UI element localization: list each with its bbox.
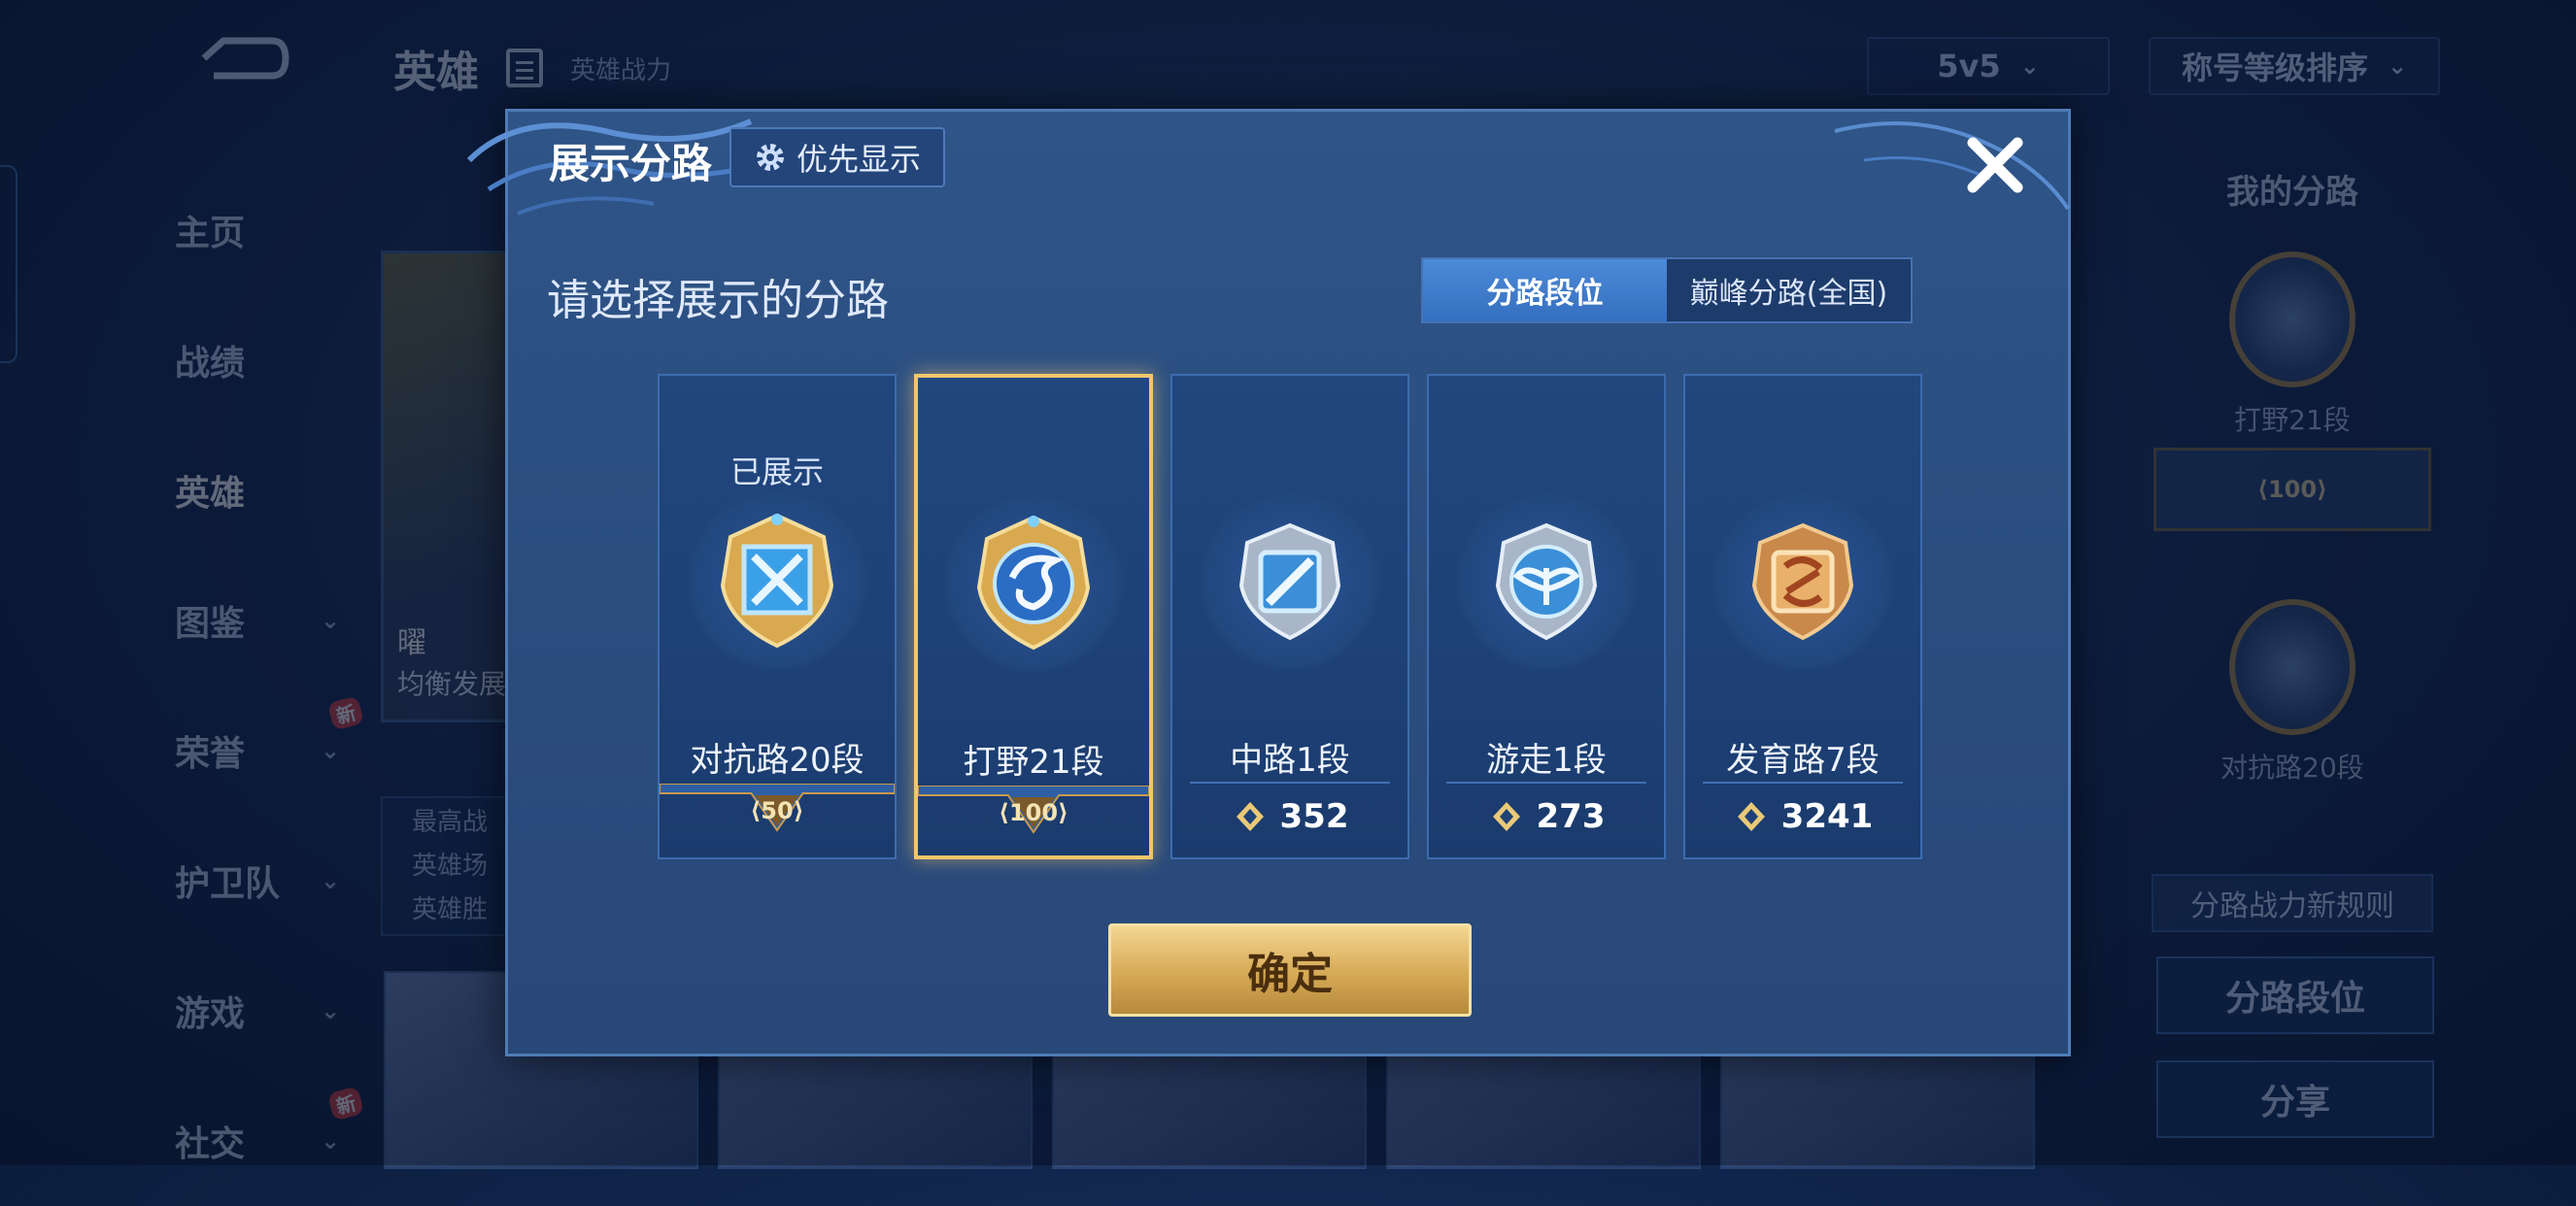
level-badge: ⟨50⟩ <box>750 797 804 824</box>
modal-title: 展示分路 <box>549 140 713 187</box>
close-button[interactable] <box>1961 131 2029 199</box>
lane-score-value: 3241 <box>1780 797 1874 836</box>
clash-lane-emblem-icon <box>720 513 834 649</box>
lane-card-list: 已展示 对抗路20段 ⟨50⟩ 打野21段 ⟨100⟩ 中路1段 352 游走1… <box>658 374 1922 859</box>
close-icon <box>1967 137 2023 193</box>
level-badge: ⟨100⟩ <box>998 799 1069 826</box>
roam-lane-emblem-icon <box>1495 522 1598 641</box>
lane-emblem <box>1454 488 1639 673</box>
lane-card-farm[interactable]: 发育路7段 3241 <box>1683 374 1922 859</box>
lane-emblem <box>1198 488 1382 673</box>
instruction-text: 请选择展示的分路 <box>547 276 889 325</box>
lane-tabs: 分路段位 巅峰分路(全国) <box>1421 257 1913 323</box>
lane-emblem <box>1711 488 1895 673</box>
lane-score: 273 <box>1429 787 1664 846</box>
tab-peak-lane[interactable]: 巅峰分路(全国) <box>1667 259 1911 321</box>
confirm-button[interactable]: 确定 <box>1108 923 1472 1017</box>
mid-lane-emblem-icon <box>1238 522 1341 641</box>
lane-display-modal: 展示分路 优先显示 请选择展示的分路 分路段位 巅峰分路(全国) 已展示 对抗路… <box>466 109 2071 1056</box>
priority-display-button[interactable]: 优先显示 <box>729 127 945 187</box>
lane-score-value: 273 <box>1536 797 1606 836</box>
lane-score-value: 352 <box>1279 797 1349 836</box>
lane-card-clash[interactable]: 已展示 对抗路20段 ⟨50⟩ <box>658 374 897 859</box>
cloud-ornament-icon <box>1834 121 2070 211</box>
lane-card-label: 打野21段 <box>963 743 1104 782</box>
lane-emblem <box>941 490 1126 675</box>
tab-lane-rank[interactable]: 分路段位 <box>1423 259 1667 321</box>
power-icon <box>1737 802 1765 831</box>
farm-lane-emblem-icon <box>1751 522 1854 641</box>
divider <box>1446 782 1646 784</box>
lane-card-label: 中路1段 <box>1230 741 1350 780</box>
lane-card-label: 对抗路20段 <box>690 741 864 780</box>
power-icon <box>1492 802 1520 831</box>
lane-card-label: 发育路7段 <box>1726 741 1880 780</box>
lane-emblem <box>685 488 869 673</box>
priority-display-label: 优先显示 <box>796 141 921 178</box>
power-icon <box>1236 802 1264 831</box>
lane-card-roam[interactable]: 游走1段 273 <box>1427 374 1666 859</box>
gear-icon <box>756 144 784 171</box>
lane-score: 3241 <box>1685 787 1920 846</box>
lane-score: 352 <box>1172 787 1407 846</box>
jungle-lane-emblem-icon <box>976 515 1091 651</box>
divider <box>1190 782 1390 784</box>
lane-card-mid[interactable]: 中路1段 352 <box>1170 374 1409 859</box>
divider <box>1703 782 1903 784</box>
lane-card-label: 游走1段 <box>1486 741 1607 780</box>
shown-status: 已展示 <box>729 453 824 490</box>
lane-card-jungle[interactable]: 打野21段 ⟨100⟩ <box>914 374 1153 859</box>
